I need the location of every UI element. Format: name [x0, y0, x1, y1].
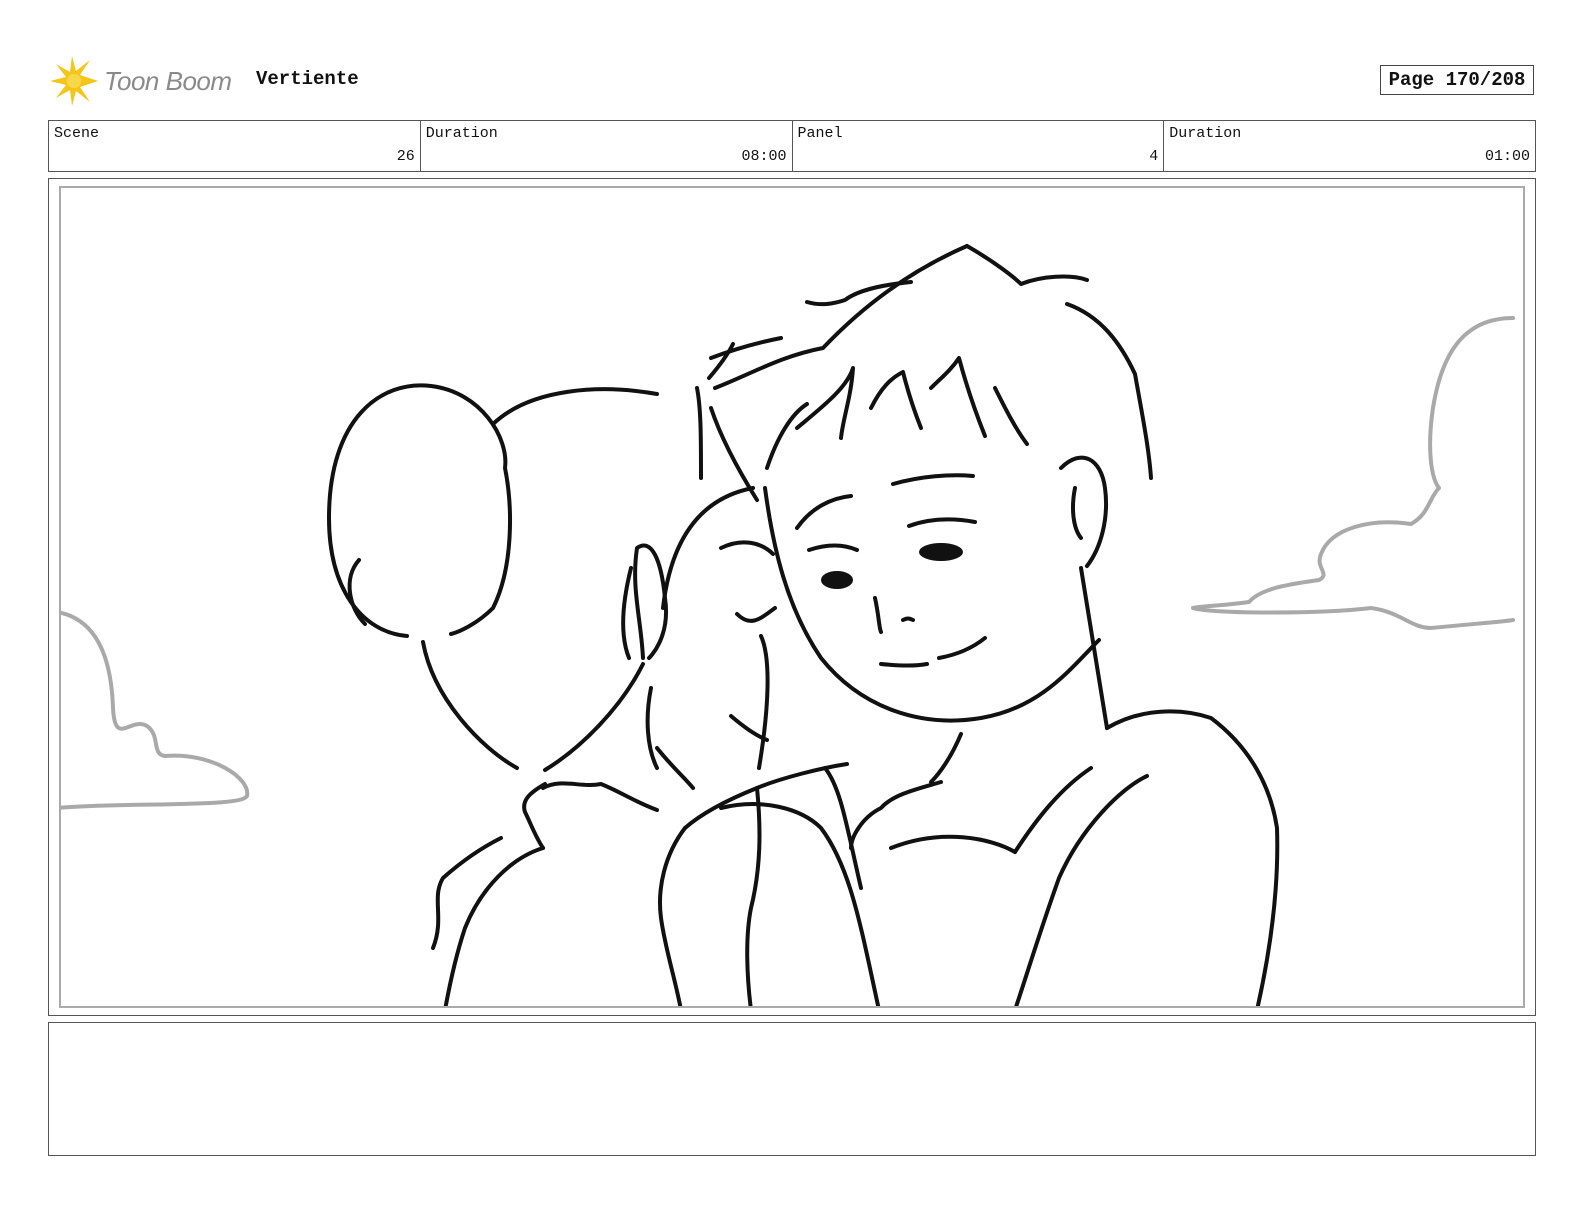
panel-label: Panel [797, 125, 843, 142]
scene-duration-label: Duration [425, 125, 498, 142]
scene-duration-value: 08:00 [741, 148, 787, 165]
panel-duration-label: Duration [1169, 125, 1242, 142]
storyboard-panel-frame [48, 178, 1536, 1016]
scene-label: Scene [54, 125, 100, 142]
logo-text: Toon Boom [104, 65, 232, 96]
storyboard-panel-image [59, 186, 1525, 1008]
scene-cell: Scene 26 [49, 121, 421, 171]
starburst-logo-icon [50, 56, 98, 106]
panel-cell: Panel 4 [793, 121, 1165, 171]
sketch-drawing [61, 244, 1515, 1006]
panel-notes-box [48, 1022, 1536, 1156]
panel-duration-value: 01:00 [1484, 148, 1530, 165]
panel-duration-cell: Duration 01:00 [1164, 121, 1535, 171]
project-title: Vertiente [256, 68, 359, 90]
scene-info-table: Scene 26 Duration 08:00 Panel 4 Duration… [48, 120, 1536, 172]
scene-duration-cell: Duration 08:00 [421, 121, 793, 171]
clouds [61, 316, 1515, 810]
characters [327, 244, 1280, 1006]
page-number: Page 170/208 [1380, 65, 1534, 95]
toon-boom-logo: Toon Boom [50, 56, 240, 106]
panel-value: 4 [1149, 148, 1159, 165]
scene-value: 26 [396, 148, 415, 165]
